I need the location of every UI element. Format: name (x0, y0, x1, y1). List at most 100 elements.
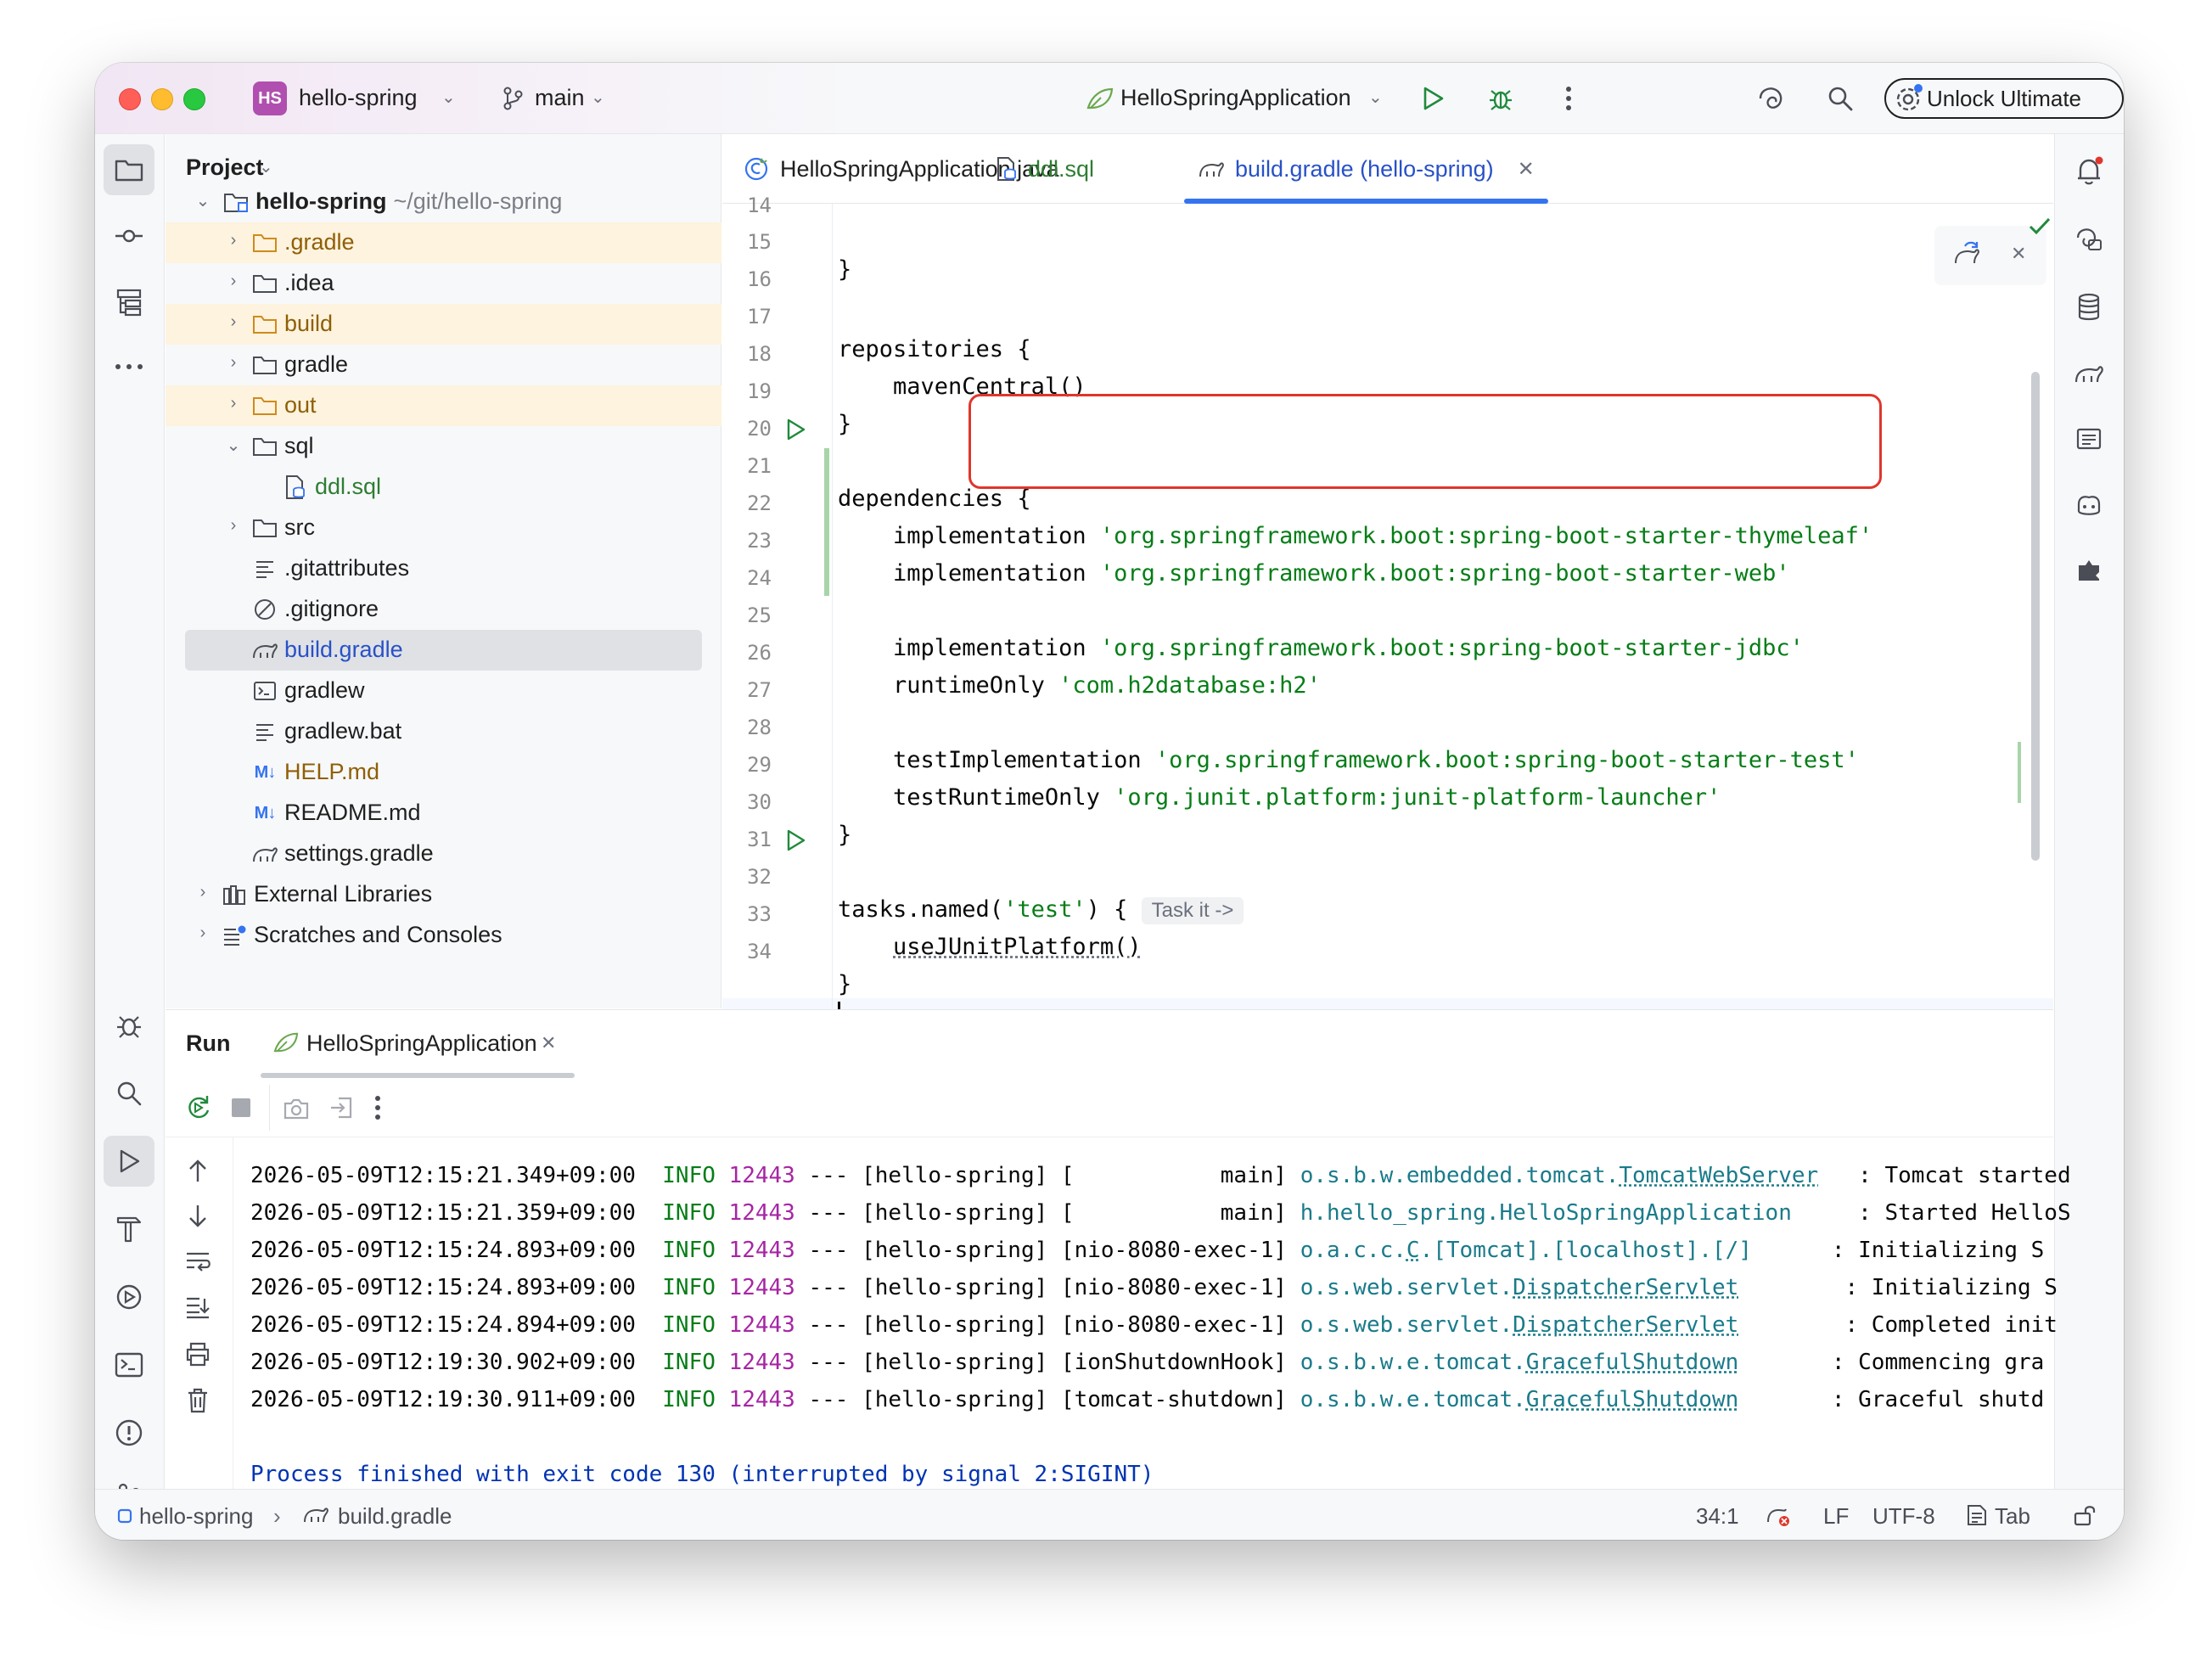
log-logger[interactable]: o.s.b.w.e.tomcat.GracefulShutdown (1300, 1350, 1739, 1375)
tree-item-gradle-dir[interactable]: › .gradle (166, 222, 721, 263)
plugin-puzzle-icon[interactable] (2067, 548, 2111, 592)
stop-icon[interactable] (230, 1097, 252, 1123)
logger-class-link[interactable]: GracefulShutdown (1526, 1387, 1738, 1412)
ai-chat-icon[interactable] (2067, 217, 2111, 261)
tree-item-gitignore[interactable]: .gitignore (166, 589, 721, 630)
unlock-ultimate-button[interactable]: Unlock Ultimate (1884, 78, 2124, 119)
search-tool-icon[interactable] (104, 1068, 154, 1119)
console-log-line[interactable]: 2026-05-09T12:15:21.349+09:00 INFO 12443… (250, 1163, 2071, 1188)
code-line-33[interactable]: } (838, 971, 851, 997)
code-line-28[interactable]: testRuntimeOnly 'org.junit.platform:juni… (838, 784, 1721, 811)
run-icon[interactable] (1412, 78, 1453, 119)
chevron-down-icon[interactable]: ⌄ (194, 190, 211, 211)
tree-item-gradle[interactable]: › gradle (166, 345, 721, 385)
indent-setting[interactable]: Tab (1995, 1503, 2030, 1530)
tree-root[interactable]: ⌄ hello-spring ~/git/hello-spring (166, 182, 721, 222)
notifications-bell-icon[interactable] (2067, 149, 2111, 194)
arrow-up-icon[interactable] (186, 1158, 210, 1188)
soft-wrap-icon[interactable] (184, 1249, 211, 1277)
log-logger[interactable]: o.s.web.servlet.DispatcherServlet (1300, 1275, 1739, 1300)
tree-item-help-md[interactable]: M↓ HELP.md (166, 752, 721, 793)
chevron-right-icon[interactable]: › (194, 883, 211, 902)
zoom-window-button[interactable] (183, 88, 205, 110)
services-icon[interactable] (104, 1272, 154, 1322)
tab-ddl-sql[interactable]: ddl.sql (996, 134, 1094, 204)
code-line-25[interactable]: runtimeOnly 'com.h2database:h2' (838, 672, 1321, 699)
close-popup-icon[interactable]: ✕ (2011, 243, 2026, 265)
line-ending[interactable]: LF (1823, 1503, 1849, 1530)
tab-build-gradle[interactable]: build.gradle (hello-spring) ✕ (1184, 134, 1548, 204)
logger-class-link[interactable]: C (1406, 1238, 1420, 1263)
code-style-icon[interactable] (1764, 1502, 1793, 1533)
commit-icon[interactable] (104, 211, 154, 261)
run-gutter-icon[interactable] (783, 828, 809, 854)
tree-item-idea[interactable]: › .idea (166, 263, 721, 304)
gradle-reload-icon[interactable] (1953, 241, 1984, 272)
tree-item-build-gradle[interactable]: build.gradle (166, 630, 721, 671)
close-window-button[interactable] (119, 88, 141, 110)
print-icon[interactable] (184, 1341, 211, 1371)
close-run-tab-icon[interactable]: ✕ (541, 1032, 556, 1054)
rerun-icon[interactable] (184, 1093, 213, 1126)
breadcrumb-file[interactable]: build.gradle (338, 1503, 452, 1530)
file-encoding[interactable]: UTF-8 (1872, 1503, 1935, 1530)
chevron-down-icon[interactable]: ⌄ (259, 156, 273, 177)
project-switcher[interactable]: hello-spring (299, 85, 418, 111)
console-log-line[interactable]: 2026-05-09T12:15:24.894+09:00 INFO 12443… (250, 1312, 2058, 1338)
code-line-22[interactable]: implementation 'org.springframework.boot… (838, 560, 1790, 587)
console-log-line[interactable]: 2026-05-09T12:15:21.359+09:00 INFO 12443… (250, 1200, 2071, 1226)
ai-assistant-icon[interactable] (1752, 78, 1793, 119)
code-line-29[interactable]: } (838, 822, 851, 848)
search-icon[interactable] (1820, 78, 1861, 119)
structure-icon[interactable] (104, 277, 154, 328)
caret-position[interactable]: 34:1 (1696, 1503, 1739, 1530)
build-hammer-icon[interactable] (104, 1204, 154, 1255)
trash-icon[interactable] (186, 1387, 210, 1418)
chevron-right-icon[interactable]: › (225, 231, 242, 250)
chevron-right-icon[interactable]: › (194, 924, 211, 943)
tree-item-build[interactable]: › build (166, 304, 721, 345)
minimize-window-button[interactable] (151, 88, 173, 110)
logger-class-link[interactable]: DispatcherServlet (1513, 1275, 1738, 1300)
tree-item-gradlew-bat[interactable]: gradlew.bat (166, 711, 721, 752)
chevron-right-icon[interactable]: › (225, 353, 242, 373)
logger-class-link[interactable]: GracefulShutdown (1526, 1350, 1738, 1375)
project-badge[interactable]: HS (253, 81, 287, 115)
run-tool-icon[interactable] (104, 1136, 154, 1187)
log-logger[interactable]: h.hello_spring.HelloSpringApplication (1300, 1200, 1792, 1226)
tree-item-out[interactable]: › out (166, 385, 721, 426)
project-tool-folder-icon[interactable] (104, 144, 154, 195)
tree-item-src[interactable]: › src (166, 508, 721, 548)
gradle-tool-icon[interactable] (2067, 351, 2111, 396)
code-line-32[interactable]: useJUnitPlatform() (838, 934, 1142, 960)
no-problems-check-icon[interactable] (2028, 216, 2052, 240)
console-log-line[interactable]: 2026-05-09T12:19:30.902+09:00 INFO 12443… (250, 1350, 2044, 1375)
code-line-16[interactable]: repositories { (838, 336, 1031, 362)
code-line-20[interactable]: dependencies { (838, 486, 1031, 512)
arrow-down-icon[interactable] (186, 1204, 210, 1233)
run-gutter-icon[interactable] (783, 418, 809, 443)
problems-icon[interactable] (104, 1407, 154, 1458)
chevron-right-icon[interactable]: › (225, 272, 242, 291)
run-tab-hello-spring-application[interactable]: HelloSpringApplication ✕ (261, 1010, 575, 1078)
code-line-31[interactable]: tasks.named('test') { Task it -> (838, 896, 1244, 924)
code-line-21[interactable]: implementation 'org.springframework.boot… (838, 523, 1872, 549)
logger-class-link[interactable]: TomcatWebServer (1619, 1163, 1818, 1188)
more-vertical-icon[interactable] (1548, 78, 1589, 119)
debug-tool-icon[interactable] (104, 1000, 154, 1051)
camera-snapshot-icon[interactable] (283, 1097, 310, 1125)
console-log-line[interactable]: 2026-05-09T12:19:30.911+09:00 INFO 12443… (250, 1387, 2044, 1412)
log-logger[interactable]: o.a.c.c.C.[Tomcat].[localhost].[/] (1300, 1238, 1752, 1263)
debug-icon[interactable] (1480, 78, 1521, 119)
breadcrumb-project[interactable]: hello-spring (139, 1503, 253, 1530)
more-vertical-icon[interactable] (374, 1095, 381, 1125)
tree-item-scratches[interactable]: › Scratches and Consoles (166, 915, 721, 956)
chevron-right-icon[interactable]: › (225, 312, 242, 332)
scroll-to-end-icon[interactable] (184, 1295, 211, 1323)
branch-switcher[interactable]: main (535, 85, 585, 111)
console-log-line[interactable]: 2026-05-09T12:15:24.893+09:00 INFO 12443… (250, 1238, 2044, 1263)
chevron-right-icon[interactable]: › (225, 516, 242, 536)
run-config-selector[interactable]: HelloSpringApplication (1120, 85, 1351, 111)
logger-class-link[interactable]: DispatcherServlet (1513, 1312, 1738, 1338)
tree-item-readme-md[interactable]: M↓ README.md (166, 793, 721, 834)
